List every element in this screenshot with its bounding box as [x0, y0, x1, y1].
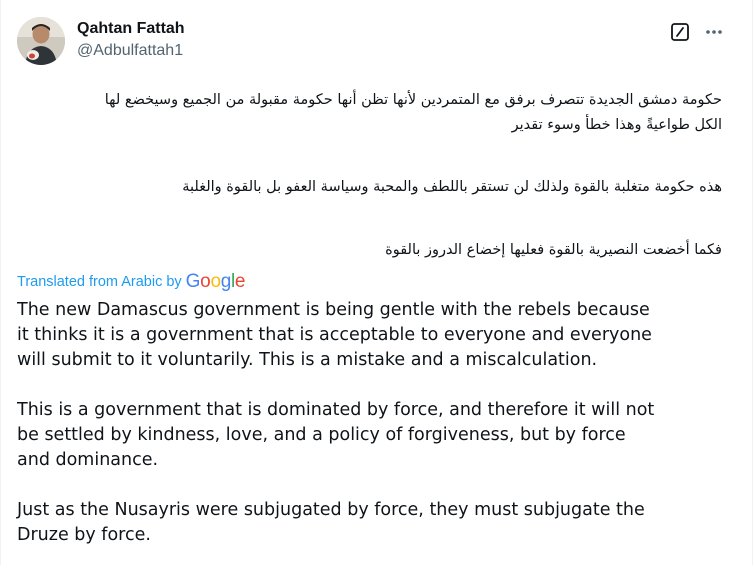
translation-line: Just as the Nusayris were subjugated by …	[17, 500, 645, 520]
author-names: Qahtan Fattah @Adbulfattah1	[77, 19, 185, 61]
translation-line: The new Damascus government is being gen…	[17, 300, 650, 320]
translation-line: be settled by kindness, love, and a poli…	[17, 425, 626, 445]
translation-line: will submit to it voluntarily. This is a…	[17, 350, 598, 370]
google-logo-letter: G	[185, 271, 201, 292]
original-line: الكل طواعيةً وهذا خطأ وسوء تقدير	[511, 117, 722, 133]
translation-line: Druze by force.	[17, 525, 151, 545]
translation-line: it thinks it is a government that is acc…	[17, 325, 652, 345]
avatar-photo-icon	[17, 17, 65, 65]
avatar[interactable]	[17, 17, 65, 65]
more-options-button[interactable]	[703, 21, 725, 43]
original-line: هذه حكومة متغلبة بالقوة ولذلك لن تستقر ب…	[182, 179, 722, 195]
google-logo-letter: o	[210, 271, 221, 292]
google-logo: Google	[186, 270, 246, 294]
translation-line: This is a government that is dominated b…	[17, 400, 655, 420]
more-options-icon	[706, 30, 722, 34]
author-handle[interactable]: @Adbulfattah1	[77, 41, 185, 61]
author-display-name[interactable]: Qahtan Fattah	[77, 19, 185, 39]
translation-paragraph-2: This is a government that is dominated b…	[17, 398, 729, 473]
google-logo-letter: e	[234, 271, 246, 292]
original-line: فكما أخضعت النصيرية بالقوة فعليها إخضاع …	[385, 242, 722, 258]
original-paragraph-2: هذه حكومة متغلبة بالقوة ولذلك لن تستقر ب…	[182, 175, 722, 200]
translation-paragraph-1: The new Damascus government is being gen…	[17, 298, 729, 373]
translation-paragraph-3: Just as the Nusayris were subjugated by …	[17, 498, 729, 548]
translated-text: The new Damascus government is being gen…	[17, 298, 729, 573]
translation-line: and dominance.	[17, 450, 159, 470]
original-paragraph-1: حكومة دمشق الجديدة تتصرف برفق مع المتمرد…	[105, 88, 722, 138]
grok-icon	[671, 23, 689, 41]
translation-label: Translated from Arabic by	[17, 274, 182, 290]
original-paragraph-3: فكما أخضعت النصيرية بالقوة فعليها إخضاع …	[385, 238, 722, 263]
tweet-card: Qahtan Fattah @Adbulfattah1 حكومة دمشق ا…	[0, 0, 753, 565]
grok-button[interactable]	[669, 21, 691, 43]
google-logo-letter: g	[220, 271, 232, 292]
translation-attribution-link[interactable]: Translated from Arabic by Google	[17, 270, 246, 294]
google-logo-letter: o	[200, 271, 211, 292]
tweet-header: Qahtan Fattah @Adbulfattah1	[17, 15, 739, 71]
original-line: حكومة دمشق الجديدة تتصرف برفق مع المتمرد…	[104, 92, 722, 108]
